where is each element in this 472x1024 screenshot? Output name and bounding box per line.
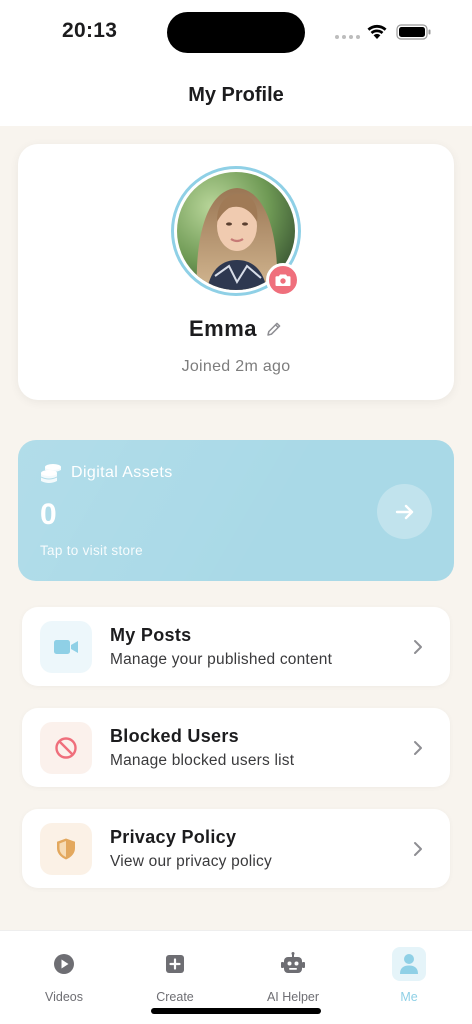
block-icon	[55, 737, 77, 759]
tab-me[interactable]: Me	[369, 947, 449, 1004]
tab-label: Videos	[45, 990, 83, 1004]
chevron-right-icon	[414, 842, 422, 856]
menu-item-my-posts[interactable]: My Posts Manage your published content	[22, 607, 450, 686]
tab-icon-box	[47, 947, 81, 981]
arrow-right-icon	[395, 504, 413, 519]
profile-name: Emma	[188, 316, 258, 341]
tab-ai-helper[interactable]: AI Helper	[253, 947, 333, 1004]
menu-title: My Posts	[110, 625, 192, 645]
shield-icon	[57, 838, 75, 860]
menu-icon-box	[40, 722, 92, 774]
tab-label: AI Helper	[266, 990, 320, 1004]
edit-name-icon[interactable]	[265, 320, 283, 338]
profile-name-row: Emma	[18, 316, 454, 342]
assets-title: Digital Assets	[71, 464, 173, 481]
page-title: My Profile	[188, 83, 284, 106]
nav-header: My Profile	[0, 66, 472, 126]
tab-icon-box	[276, 947, 310, 981]
chevron-right-icon	[414, 640, 422, 654]
status-bar: 20:13	[0, 0, 472, 66]
tab-create[interactable]: Create	[135, 947, 215, 1004]
joined-text: Joined 2m ago	[181, 358, 291, 375]
play-icon	[54, 954, 74, 974]
menu-item-blocked-users[interactable]: Blocked Users Manage blocked users list	[22, 708, 450, 787]
menu-item-privacy-policy[interactable]: Privacy Policy View our privacy policy	[22, 809, 450, 888]
menu-icon-box	[40, 823, 92, 875]
camera-icon	[275, 274, 291, 286]
status-time: 20:13	[62, 19, 118, 42]
visit-store-button[interactable]	[377, 484, 432, 539]
battery-icon	[396, 24, 431, 40]
digital-assets-card[interactable]: Digital Assets 0 Tap to visit store	[18, 440, 454, 581]
coins-icon	[41, 464, 61, 483]
video-icon	[54, 640, 78, 654]
menu-title: Blocked Users	[110, 726, 239, 746]
tab-icon-box	[392, 947, 426, 981]
plus-square-icon	[166, 955, 184, 973]
menu-subtitle: Manage your published content	[110, 651, 333, 668]
tab-label: Me	[400, 990, 418, 1004]
menu-title: Privacy Policy	[110, 827, 237, 847]
tab-videos[interactable]: Videos	[24, 947, 104, 1004]
tab-label: Create	[156, 990, 194, 1004]
assets-hint: Tap to visit store	[40, 543, 143, 558]
home-indicator	[151, 1008, 321, 1014]
menu-subtitle: View our privacy policy	[110, 853, 272, 870]
tab-icon-box	[158, 947, 192, 981]
robot-icon	[281, 952, 305, 973]
profile-card: Emma Joined 2m ago	[18, 144, 454, 400]
menu-icon-box	[40, 621, 92, 673]
person-icon	[400, 954, 418, 974]
wifi-icon	[367, 24, 387, 39]
chevron-right-icon	[414, 741, 422, 755]
assets-value: 0	[40, 498, 57, 531]
menu-subtitle: Manage blocked users list	[110, 752, 295, 769]
dynamic-island	[167, 12, 305, 53]
change-photo-button[interactable]	[266, 263, 300, 297]
cellular-signal-icon	[335, 35, 360, 39]
